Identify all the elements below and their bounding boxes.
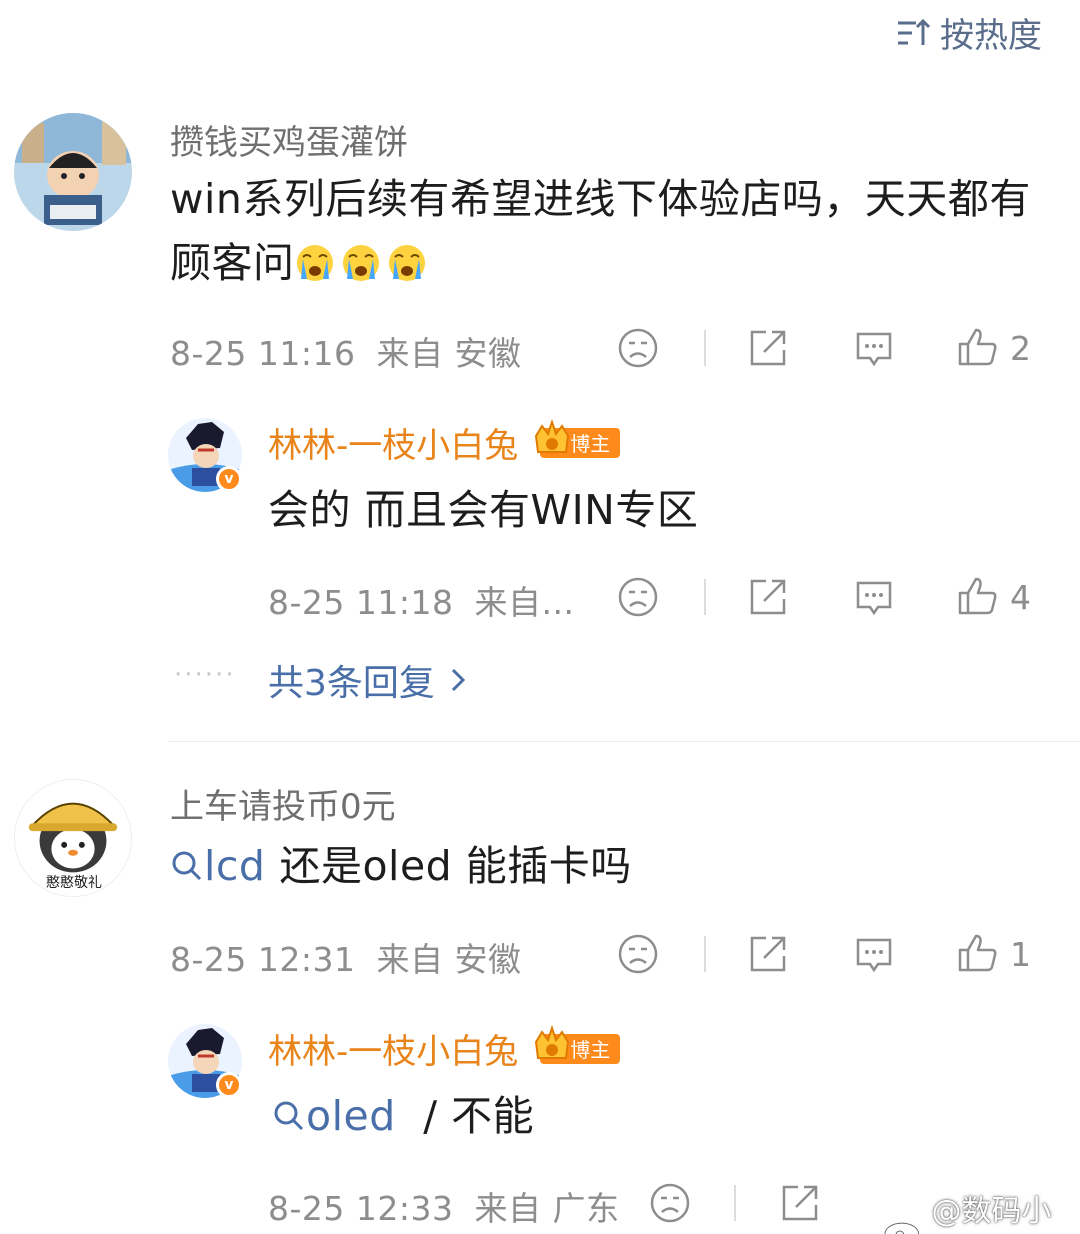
- share-icon: [750, 936, 786, 972]
- blogger-name: 林林-一枝小白兔: [268, 426, 519, 466]
- comment-meta: 8-25 12:31 来自 安徽: [170, 933, 522, 981]
- location: 来自 安徽: [376, 334, 522, 373]
- reply-button[interactable]: [852, 932, 896, 976]
- reply-username[interactable]: 林林-一枝小白兔 博主: [268, 1024, 621, 1073]
- comment-divider: [168, 741, 1080, 742]
- avatar[interactable]: [14, 113, 132, 231]
- divider: [704, 330, 706, 366]
- watermark: @数码小樱: [882, 1186, 1080, 1234]
- share-button[interactable]: [778, 1181, 822, 1225]
- crying-face-emoji-icon: [295, 239, 433, 287]
- thumbs-up-icon: [958, 328, 997, 366]
- crown-icon: [535, 418, 570, 453]
- avatar-caption: 憨憨敬礼: [46, 875, 102, 891]
- timestamp: 8-25 12:31: [170, 940, 356, 979]
- share-icon: [750, 579, 786, 615]
- share-button[interactable]: [746, 932, 790, 976]
- thread-dots: ······: [174, 660, 236, 690]
- verified-badge: v: [216, 466, 242, 492]
- share-button[interactable]: [746, 326, 790, 370]
- comment-meta: 8-25 11:16 来自 安徽: [170, 327, 522, 375]
- sort-by-hot-button[interactable]: 按热度: [896, 8, 1042, 57]
- comment-icon: [856, 581, 892, 616]
- sad-face-icon: [618, 328, 658, 368]
- timestamp: 8-25 11:18: [268, 583, 454, 622]
- dislike-button[interactable]: [616, 932, 660, 976]
- blogger-badge: 博主: [535, 1024, 621, 1064]
- like-count: 2: [1010, 328, 1031, 368]
- avatar[interactable]: 憨憨敬礼: [14, 779, 132, 897]
- like-count: 1: [1010, 934, 1031, 974]
- comment-icon: [856, 938, 892, 973]
- sad-face-icon: [618, 934, 658, 974]
- comment-username[interactable]: 上车请投币0元: [170, 779, 396, 828]
- comment-username[interactable]: 攒钱买鸡蛋灌饼: [170, 115, 408, 164]
- comment-body: 还是oled 能插卡吗: [279, 842, 632, 890]
- like-button[interactable]: 4: [956, 575, 1031, 619]
- like-button[interactable]: 2: [956, 326, 1031, 370]
- search-tag-link[interactable]: oled: [272, 1084, 396, 1148]
- reply-meta: 8-25 11:18 来自...: [268, 576, 574, 624]
- location: 来自 广东: [474, 1189, 620, 1228]
- chevron-right-icon: [451, 668, 466, 692]
- location: 来自...: [474, 583, 575, 622]
- dislike-button[interactable]: [616, 575, 660, 619]
- like-count: 4: [1010, 577, 1031, 617]
- thumbs-up-icon: [958, 577, 997, 615]
- sad-face-icon: [650, 1183, 690, 1223]
- weibo-logo-icon: [883, 1214, 924, 1234]
- reply-meta: 8-25 12:33 来自 广东: [268, 1182, 620, 1230]
- sort-label: 按热度: [940, 16, 1042, 56]
- comment-text: win系列后续有希望进线下体验店吗，天天都有顾客问: [170, 167, 1050, 295]
- search-icon: [172, 851, 202, 881]
- reply-text: oled / 不能: [272, 1084, 534, 1148]
- reply-text: 会的 而且会有WIN专区: [268, 486, 699, 534]
- reply-body: / 不能: [409, 1092, 535, 1140]
- blogger-name: 林林-一枝小白兔: [268, 1032, 519, 1072]
- like-button[interactable]: 1: [956, 932, 1031, 976]
- crown-icon: [535, 1024, 570, 1059]
- blogger-badge: 博主: [535, 418, 621, 458]
- thumbs-up-icon: [958, 934, 997, 972]
- view-more-replies-link[interactable]: 共3条回复: [268, 654, 469, 706]
- sort-icon: [898, 18, 931, 45]
- timestamp: 8-25 12:33: [268, 1189, 454, 1228]
- share-icon: [750, 330, 786, 366]
- divider: [704, 936, 706, 972]
- reply-button[interactable]: [852, 575, 896, 619]
- location: 来自 安徽: [376, 940, 522, 979]
- comment-text: lcd 还是oled 能插卡吗: [170, 834, 632, 898]
- reply-username[interactable]: 林林-一枝小白兔 博主: [268, 418, 621, 467]
- share-icon: [782, 1185, 818, 1221]
- search-tag-link[interactable]: lcd: [170, 834, 265, 898]
- divider: [734, 1185, 736, 1221]
- share-button[interactable]: [746, 575, 790, 619]
- reply-button[interactable]: [852, 326, 896, 370]
- timestamp: 8-25 11:16: [170, 334, 356, 373]
- sad-face-icon: [618, 577, 658, 617]
- verified-badge: v: [216, 1072, 242, 1098]
- search-icon: [274, 1101, 304, 1131]
- divider: [704, 579, 706, 615]
- comment-icon: [856, 332, 892, 367]
- dislike-button[interactable]: [648, 1181, 692, 1225]
- dislike-button[interactable]: [616, 326, 660, 370]
